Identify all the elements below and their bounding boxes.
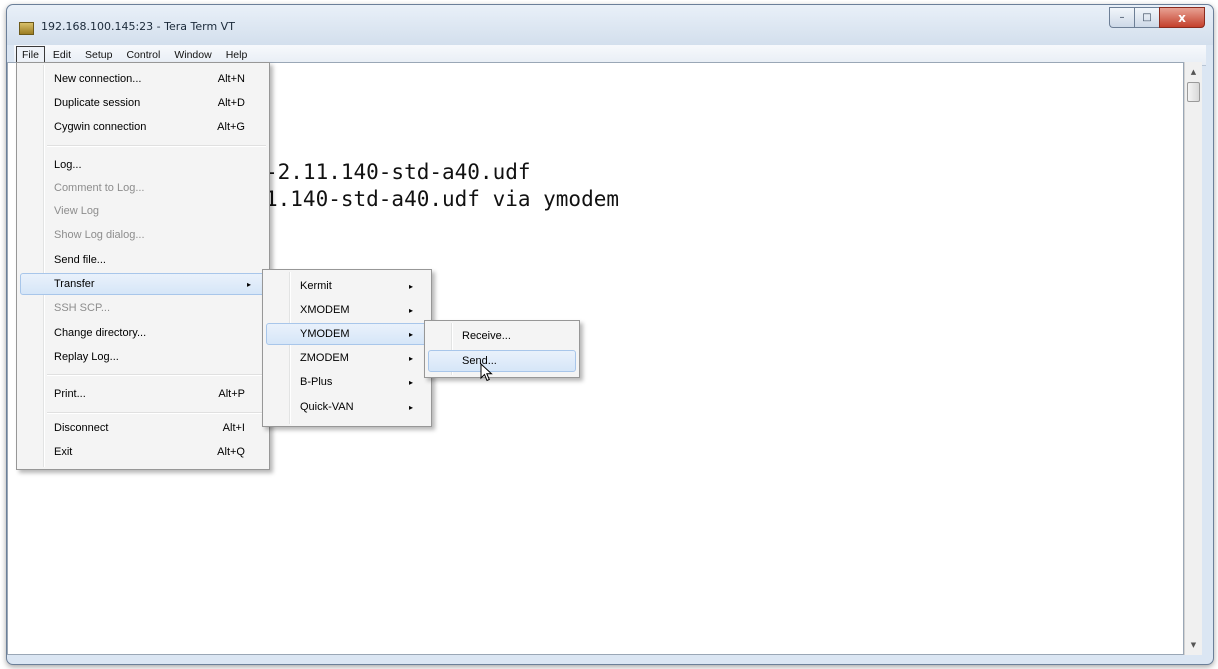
menu-item-show-log-dialog[interactable]: Show Log dialog... xyxy=(20,224,266,246)
menu-item-receive[interactable]: Receive... xyxy=(428,325,576,347)
menu-item-ssh-scp[interactable]: SSH SCP... xyxy=(20,297,266,319)
menu-separator xyxy=(47,145,266,147)
menu-item-change-directory[interactable]: Change directory... xyxy=(20,322,266,344)
window-title: 192.168.100.145:23 - Tera Term VT xyxy=(41,20,235,33)
terminal-line: -2.11.140-std-a40.udf xyxy=(265,160,531,184)
submenu-arrow-icon: ▸ xyxy=(408,305,413,315)
menu-item-disconnect[interactable]: Disconnect Alt+I xyxy=(20,417,266,439)
scrollbar-thumb[interactable] xyxy=(1187,82,1200,102)
menu-item-log[interactable]: Log... xyxy=(20,154,266,176)
menu-item-send[interactable]: Send... xyxy=(428,350,576,372)
menu-item-replay-log[interactable]: Replay Log... xyxy=(20,346,266,368)
menu-item-print[interactable]: Print... Alt+P xyxy=(20,383,266,405)
menu-item-new-connection[interactable]: New connection... Alt+N xyxy=(20,68,266,90)
minimize-button[interactable]: – xyxy=(1109,7,1134,28)
menu-item-xmodem[interactable]: XMODEM ▸ xyxy=(266,299,428,321)
menu-item-send-file[interactable]: Send file... xyxy=(20,249,266,271)
vertical-scrollbar[interactable]: ▲ ▼ xyxy=(1184,62,1202,655)
menu-item-quick-van[interactable]: Quick-VAN ▸ xyxy=(266,396,428,418)
menu-item-kermit[interactable]: Kermit ▸ xyxy=(266,275,428,297)
maximize-button[interactable]: □ xyxy=(1134,7,1159,28)
menu-item-comment-to-log[interactable]: Comment to Log... xyxy=(20,177,266,199)
menu-item-transfer[interactable]: Transfer ▸ xyxy=(20,273,266,295)
file-menu: New connection... Alt+N Duplicate sessio… xyxy=(16,62,270,470)
menu-separator xyxy=(47,412,266,414)
menu-item-zmodem[interactable]: ZMODEM ▸ xyxy=(266,347,428,369)
submenu-arrow-icon: ▸ xyxy=(408,329,413,339)
menu-item-view-log[interactable]: View Log xyxy=(20,200,266,222)
submenu-arrow-icon: ▸ xyxy=(408,377,413,387)
close-button[interactable]: x xyxy=(1159,7,1205,28)
menu-item-ymodem[interactable]: YMODEM ▸ xyxy=(266,323,428,345)
submenu-arrow-icon: ▸ xyxy=(408,281,413,291)
title-bar[interactable]: 192.168.100.145:23 - Tera Term VT – □ x xyxy=(7,5,1213,45)
menu-item-duplicate-session[interactable]: Duplicate session Alt+D xyxy=(20,92,266,114)
menu-item-exit[interactable]: Exit Alt+Q xyxy=(20,441,266,463)
transfer-submenu: Kermit ▸ XMODEM ▸ YMODEM ▸ ZMODEM ▸ B-Pl… xyxy=(262,269,432,427)
submenu-arrow-icon: ▸ xyxy=(246,279,251,289)
menu-item-b-plus[interactable]: B-Plus ▸ xyxy=(266,371,428,393)
scroll-down-icon[interactable]: ▼ xyxy=(1185,637,1202,653)
scroll-up-icon[interactable]: ▲ xyxy=(1185,64,1202,80)
submenu-arrow-icon: ▸ xyxy=(408,353,413,363)
mouse-pointer-icon xyxy=(480,363,493,382)
menu-separator xyxy=(47,374,266,376)
terminal-line: 1.140-std-a40.udf via ymodem xyxy=(265,187,620,211)
menu-item-cygwin-connection[interactable]: Cygwin connection Alt+G xyxy=(20,116,266,138)
submenu-arrow-icon: ▸ xyxy=(408,402,413,412)
caption-buttons: – □ x xyxy=(1109,7,1205,28)
ymodem-submenu: Receive... Send... xyxy=(424,320,580,378)
tera-term-app-icon[interactable] xyxy=(19,22,34,35)
